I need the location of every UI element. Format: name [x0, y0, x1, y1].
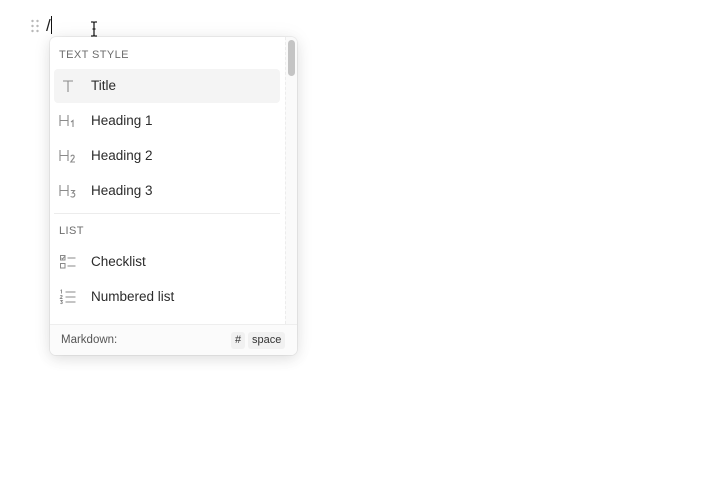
markdown-hint-label: Markdown:	[61, 334, 118, 346]
menu-item-numbered-list[interactable]: Numbered list	[54, 280, 280, 314]
menu-footer: Markdown: # space	[50, 324, 297, 355]
checklist-icon	[58, 253, 78, 271]
menu-item-label: Heading 2	[91, 148, 153, 163]
text-caret	[51, 16, 52, 34]
section-label-list: LIST	[59, 225, 84, 237]
menu-item-label: Checklist	[91, 254, 146, 269]
markdown-key-hash: #	[231, 332, 246, 349]
menu-scrollbar[interactable]	[285, 37, 297, 324]
menu-item-checklist[interactable]: Checklist	[54, 245, 280, 279]
heading-2-icon	[58, 147, 78, 165]
section-divider	[54, 213, 280, 214]
heading-1-icon	[58, 112, 78, 130]
menu-item-label: Title	[91, 78, 117, 93]
scrollbar-thumb[interactable]	[288, 40, 295, 76]
section-label-text-style: TEXT STYLE	[59, 49, 129, 61]
menu-item-title[interactable]: Title	[54, 69, 280, 103]
drag-handle-icon[interactable]	[30, 19, 40, 33]
menu-scroll-area[interactable]: TEXT STYLE Title Heading 1 Heading 2 Hea…	[50, 37, 285, 324]
slash-command-menu: TEXT STYLE Title Heading 1 Heading 2 Hea…	[50, 37, 297, 355]
menu-item-heading-1[interactable]: Heading 1	[54, 104, 280, 138]
markdown-key-space: space	[248, 332, 286, 349]
menu-item-heading-3[interactable]: Heading 3	[54, 174, 280, 208]
heading-3-icon	[58, 182, 78, 200]
menu-item-label: Heading 1	[91, 113, 153, 128]
numbered-list-icon	[58, 288, 78, 306]
menu-item-label: Heading 3	[91, 183, 153, 198]
menu-item-label: Numbered list	[91, 289, 175, 304]
title-icon	[58, 77, 78, 95]
menu-item-heading-2[interactable]: Heading 2	[54, 139, 280, 173]
